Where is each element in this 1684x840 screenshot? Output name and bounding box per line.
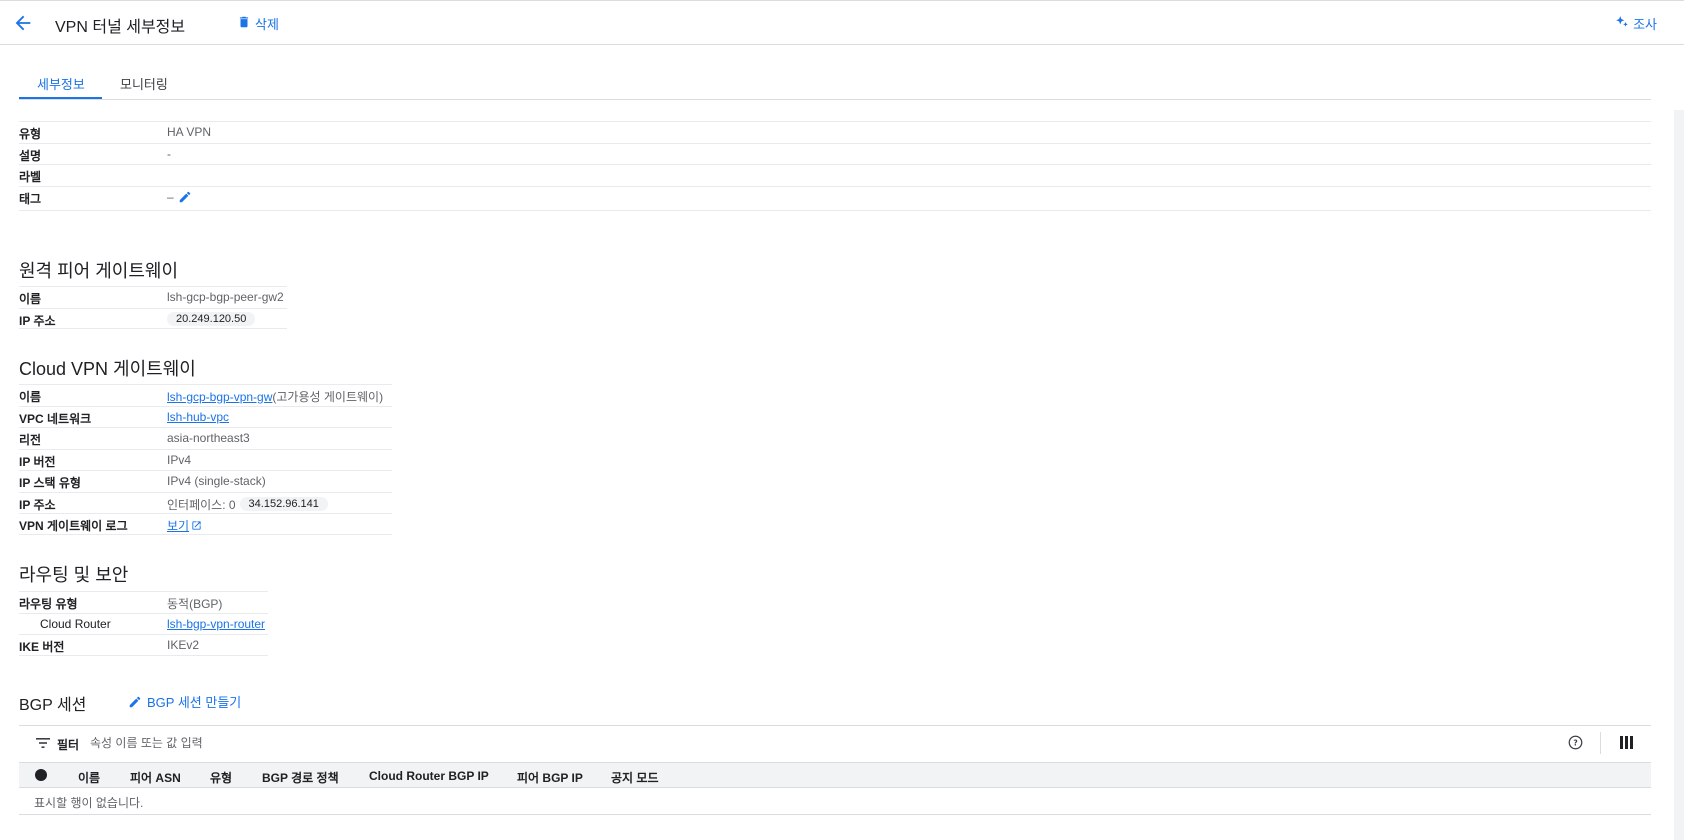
sparkle-icon — [1615, 15, 1629, 32]
peer-ip-chip: 20.249.120.50 — [167, 311, 256, 326]
routing-type-value: 동적(BGP) — [167, 597, 223, 611]
tags-row: 태그 – — [19, 185, 1651, 211]
routing-type-label: 라우팅 유형 — [19, 597, 78, 611]
status-column-icon — [35, 769, 47, 781]
ike-version-label: IKE 버전 — [19, 640, 65, 654]
routing-security-title: 라우팅 및 보안 — [19, 565, 129, 585]
cloud-router-label: Cloud Router — [40, 616, 111, 631]
cloud-router-link[interactable]: lsh-bgp-vpn-router — [167, 617, 265, 631]
general-info-table: 유형 HA VPN 설명 - 라벨 태그 – — [19, 121, 1651, 211]
investigate-button[interactable]: 조사 — [1615, 14, 1657, 33]
ike-version-value: IKEv2 — [167, 638, 200, 652]
labels-label: 라벨 — [19, 170, 42, 184]
column-header-type[interactable]: 유형 — [210, 769, 232, 786]
ip-version-row: IP 버전 IPv4 — [19, 448, 392, 471]
active-tab-indicator — [19, 97, 102, 99]
peer-name-label: 이름 — [19, 292, 42, 306]
peer-gateway-table: 이름 lsh-gcp-bgp-peer-gw2 IP 주소 20.249.120… — [19, 286, 287, 329]
cloud-vpn-gateway-table: 이름 lsh-gcp-bgp-vpn-gw (고가용성 게이트웨이) VPC 네… — [19, 384, 392, 535]
description-value: - — [167, 146, 171, 161]
column-display-icon[interactable] — [1620, 736, 1633, 752]
cloud-router-row: Cloud Router lsh-bgp-vpn-router — [19, 612, 268, 635]
tab-monitoring[interactable]: 모니터링 — [120, 74, 168, 93]
trash-icon — [237, 15, 251, 32]
create-bgp-session-label: BGP 세션 만들기 — [147, 695, 242, 710]
peer-name-row: 이름 lsh-gcp-bgp-peer-gw2 — [19, 286, 287, 308]
column-header-advertise-mode[interactable]: 공지 모드 — [611, 769, 659, 786]
gateway-name-suffix: (고가용성 게이트웨이) — [272, 390, 384, 404]
vpc-network-row: VPC 네트워크 lsh-hub-vpc — [19, 405, 392, 428]
type-value: HA VPN — [167, 125, 212, 139]
create-bgp-session-button[interactable]: BGP 세션 만들기 — [128, 692, 241, 711]
edit-pencil-icon — [128, 695, 142, 709]
empty-table-row: 표시할 행이 없습니다. — [19, 788, 1651, 815]
gateway-log-row: VPN 게이트웨이 로그 보기 — [19, 513, 392, 535]
ip-version-value: IPv4 — [167, 452, 192, 467]
peer-name-value: lsh-gcp-bgp-peer-gw2 — [167, 290, 284, 304]
interface-prefix: 인터페이스: 0 — [167, 497, 236, 512]
gateway-name-label: 이름 — [19, 390, 42, 404]
empty-table-message: 표시할 행이 없습니다. — [34, 796, 144, 810]
vpc-network-label: VPC 네트워크 — [19, 411, 92, 426]
page-title: VPN 터널 세부정보 — [55, 19, 186, 36]
gateway-ip-chip: 34.152.96.141 — [239, 497, 328, 511]
peer-ip-row: IP 주소 20.249.120.50 — [19, 307, 287, 329]
column-header-cloud-router-bgp-ip[interactable]: Cloud Router BGP IP — [369, 769, 489, 783]
routing-type-row: 라우팅 유형 동적(BGP) — [19, 591, 268, 613]
bgp-table-header: 이름 피어 ASN 유형 BGP 경로 정책 Cloud Router BGP … — [19, 762, 1651, 788]
gateway-name-row: 이름 lsh-gcp-bgp-vpn-gw (고가용성 게이트웨이) — [19, 384, 392, 406]
ip-stack-row: IP 스택 유형 IPv4 (single-stack) — [19, 470, 392, 492]
top-bar: VPN 터널 세부정보 삭제 조사 — [0, 0, 1684, 45]
ip-stack-value: IPv4 (single-stack) — [167, 474, 266, 488]
gateway-log-label: VPN 게이트웨이 로그 — [19, 519, 128, 533]
filter-icon[interactable] — [36, 737, 50, 752]
description-label: 설명 — [19, 148, 42, 163]
gateway-ip-label: IP 주소 — [19, 497, 56, 512]
gateway-name-link[interactable]: lsh-gcp-bgp-vpn-gw — [167, 390, 272, 404]
type-row: 유형 HA VPN — [19, 121, 1651, 143]
filter-input[interactable] — [90, 732, 490, 754]
toolbar-divider — [1600, 732, 1601, 754]
help-icon[interactable]: ? — [1568, 735, 1583, 753]
svg-text:?: ? — [1573, 738, 1577, 747]
delete-button[interactable]: 삭제 — [237, 14, 279, 33]
scrollbar[interactable] — [1674, 110, 1684, 840]
view-log-link[interactable]: 보기 — [167, 517, 189, 534]
ike-version-row: IKE 버전 IKEv2 — [19, 634, 268, 656]
labels-row: 라벨 — [19, 164, 1651, 186]
filter-bar: 필터 ? — [19, 725, 1651, 760]
routing-table: 라우팅 유형 동적(BGP) Cloud Router lsh-bgp-vpn-… — [19, 591, 268, 656]
tags-label: 태그 — [19, 191, 42, 206]
region-label: 리전 — [19, 433, 42, 447]
region-value: asia-northeast3 — [167, 431, 250, 445]
tab-bar: 세부정보 모니터링 — [19, 68, 1651, 100]
type-label: 유형 — [19, 127, 42, 141]
vpc-network-link[interactable]: lsh-hub-vpc — [167, 410, 229, 424]
ip-stack-label: IP 스택 유형 — [19, 476, 81, 490]
cloud-vpn-gateway-title: Cloud VPN 게이트웨이 — [19, 359, 196, 379]
tags-value-group: – — [167, 190, 192, 204]
edit-pencil-icon[interactable] — [178, 190, 192, 204]
external-link-icon[interactable] — [191, 520, 202, 531]
column-header-bgp-route-policy[interactable]: BGP 경로 정책 — [262, 769, 339, 786]
tab-details[interactable]: 세부정보 — [37, 74, 85, 93]
peer-ip-label: IP 주소 — [19, 313, 56, 328]
tags-value: – — [167, 189, 174, 204]
investigate-label: 조사 — [1633, 17, 1657, 32]
back-arrow-icon[interactable] — [12, 12, 34, 34]
filter-label: 필터 — [57, 738, 80, 752]
column-header-name[interactable]: 이름 — [78, 769, 100, 786]
delete-label: 삭제 — [255, 17, 279, 32]
region-row: 리전 asia-northeast3 — [19, 427, 392, 449]
bgp-sessions-title: BGP 세션 — [19, 697, 87, 714]
description-row: 설명 - — [19, 142, 1651, 165]
ip-version-label: IP 버전 — [19, 454, 56, 469]
column-header-peer-bgp-ip[interactable]: 피어 BGP IP — [517, 769, 583, 786]
column-header-peer-asn[interactable]: 피어 ASN — [130, 769, 181, 786]
gateway-ip-row: IP 주소 인터페이스: 0 34.152.96.141 — [19, 491, 392, 514]
peer-gateway-title: 원격 피어 게이트웨이 — [19, 261, 179, 281]
